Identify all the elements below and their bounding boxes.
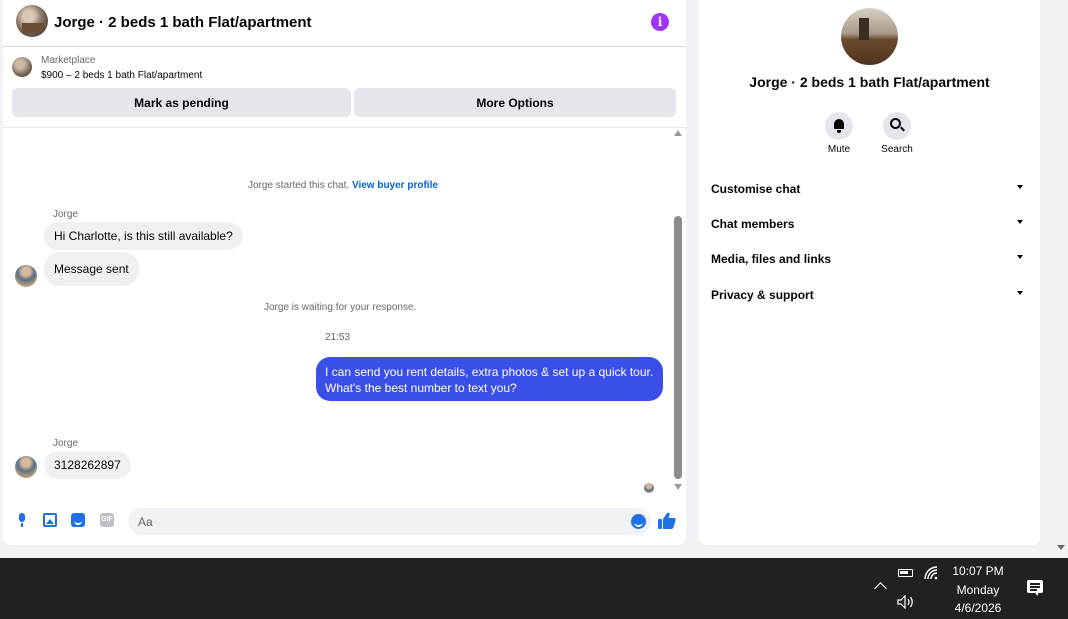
incoming-message[interactable]: 3128262897 [44, 451, 131, 479]
search-label: Search [881, 144, 913, 155]
volume-icon[interactable] [897, 595, 915, 609]
incoming-message[interactable]: Message sent [44, 252, 139, 286]
listing-avatar[interactable] [16, 5, 48, 37]
listing-summary[interactable]: $900 – 2 beds 1 bath Flat/apartment [41, 70, 202, 81]
taskbar: 10:07 PM Monday 4/6/2026 [0, 558, 1068, 619]
mute-icon-circle[interactable] [825, 112, 853, 140]
search-icon-handle [900, 126, 905, 132]
waiting-notice: Jorge is waiting for your response. [264, 302, 417, 313]
notification-icon[interactable] [1027, 580, 1043, 596]
profile-picture[interactable] [841, 8, 898, 65]
scroll-down-arrow[interactable] [674, 484, 682, 490]
sender-avatar[interactable] [15, 265, 37, 287]
emoji-icon[interactable] [631, 514, 646, 529]
message-input[interactable]: Aa [128, 508, 651, 535]
section-label: Chat members [711, 217, 795, 231]
outgoing-message[interactable]: I can send you rent details, extra photo… [316, 357, 663, 401]
chat-header: Jorge · 2 beds 1 bath Flat/apartment i [3, 0, 686, 47]
sticker-icon[interactable] [71, 513, 85, 527]
sender-name: Jorge [53, 438, 79, 449]
message-input-placeholder: Aa [138, 514, 153, 529]
image-icon[interactable] [43, 513, 57, 527]
battery-icon[interactable] [898, 569, 913, 577]
section-label: Media, files and links [711, 252, 832, 266]
section-chat-members[interactable]: Chat members [711, 213, 1029, 235]
clock-day: Monday [956, 582, 1000, 597]
chevron-down-icon [1017, 255, 1023, 259]
chevron-down-icon [1017, 291, 1023, 295]
gif-icon[interactable]: GIF [100, 513, 114, 527]
wifi-icon[interactable] [924, 566, 938, 580]
chevron-down-icon [1017, 220, 1023, 224]
search-icon-circle[interactable] [883, 112, 911, 140]
search-button[interactable]: Search [872, 112, 922, 155]
like-icon[interactable] [658, 512, 676, 529]
mute-label: Mute [827, 144, 851, 155]
chat-started-notice: Jorge started this chat. View buyer prof… [248, 180, 438, 191]
conversation-details-panel: Jorge · 2 beds 1 bath Flat/apartment Mut… [699, 0, 1040, 545]
chevron-down-icon [1017, 185, 1023, 189]
profile-name: Jorge · 2 beds 1 bath Flat/apartment [749, 74, 990, 90]
chat-started-text: Jorge started this chat. [248, 180, 350, 191]
outgoing-message-line: I can send you rent details, extra photo… [325, 365, 654, 379]
section-privacy-support[interactable]: Privacy & support [711, 284, 1029, 306]
chat-panel: Jorge · 2 beds 1 bath Flat/apartment i M… [3, 0, 686, 545]
outgoing-message-line: What's the best number to text you? [325, 381, 517, 395]
view-buyer-profile-link[interactable]: View buyer profile [352, 180, 438, 191]
sender-avatar[interactable] [15, 456, 37, 478]
bell-clapper [837, 130, 841, 133]
marketplace-banner: Marketplace $900 – 2 beds 1 bath Flat/ap… [3, 48, 686, 128]
listing-thumbnail[interactable] [12, 57, 32, 77]
section-media-files-links[interactable]: Media, files and links [711, 248, 1029, 270]
clock-time: 10:07 PM [952, 564, 1004, 578]
info-icon[interactable]: i [651, 13, 669, 31]
section-customise-chat[interactable]: Customise chat [711, 178, 1029, 200]
message-scrollbar[interactable] [672, 128, 684, 498]
incoming-message[interactable]: Hi Charlotte, is this still available? [44, 222, 243, 250]
page-scroll-down-arrow[interactable] [1057, 545, 1065, 550]
read-receipt-avatar [644, 483, 654, 493]
clock-date: 4/6/2026 [954, 601, 1002, 615]
mute-button[interactable]: Mute [814, 112, 864, 155]
system-clock[interactable]: 10:07 PM Monday 4/6/2026 [945, 562, 1011, 618]
message-list[interactable]: Jorge started this chat. View buyer prof… [3, 128, 686, 498]
section-label: Customise chat [711, 182, 801, 196]
scroll-up-arrow[interactable] [674, 130, 682, 136]
message-composer: GIF Aa [3, 505, 686, 537]
mark-as-pending-button[interactable]: Mark as pending [12, 88, 351, 117]
chat-title[interactable]: Jorge · 2 beds 1 bath Flat/apartment [54, 14, 312, 31]
show-hidden-icons-chevron-icon[interactable] [874, 582, 887, 595]
scrollbar-thumb[interactable] [674, 216, 682, 479]
message-timestamp: 21:53 [325, 332, 351, 343]
bell-icon [834, 119, 844, 129]
mic-icon[interactable] [15, 513, 29, 527]
section-label: Privacy & support [711, 288, 814, 302]
more-options-button[interactable]: More Options [354, 88, 676, 117]
sender-name: Jorge [53, 209, 79, 220]
marketplace-label: Marketplace [41, 55, 96, 66]
